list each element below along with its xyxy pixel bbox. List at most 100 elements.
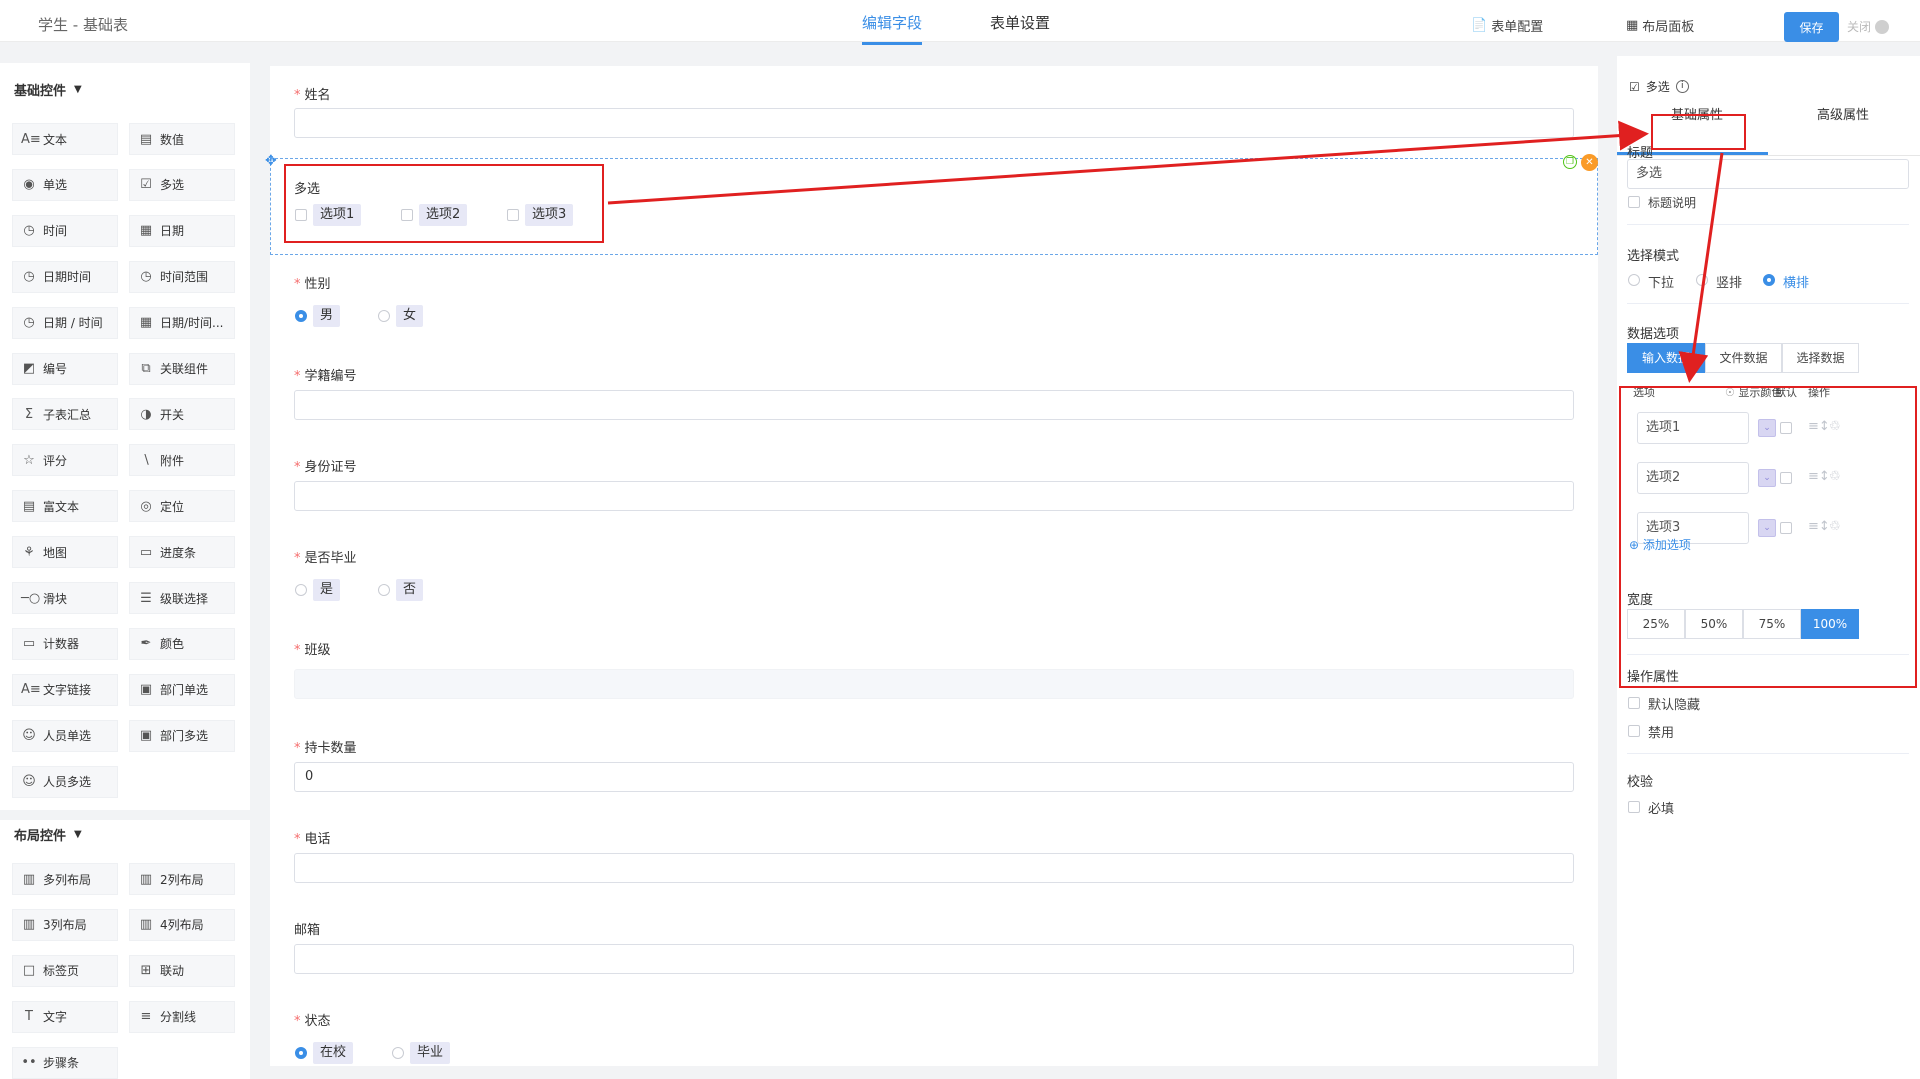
component-item[interactable]: ◩ 编号 (12, 352, 118, 385)
component-item[interactable]: ≡ 分割线 (129, 1000, 235, 1033)
component-item[interactable]: ⧉ 关联组件 (129, 352, 235, 385)
checkbox-icon: ☑ (1629, 79, 1640, 94)
component-label: 多选 (160, 178, 185, 193)
component-label: 计数器 (43, 637, 80, 652)
component-item[interactable]: ∖ 附件 (129, 444, 235, 477)
component-item[interactable]: ◷ 时间范围 (129, 260, 235, 293)
class-input[interactable] (294, 669, 1574, 699)
disabled-checkbox[interactable] (1628, 725, 1640, 737)
users-icon: ☺ (22, 774, 36, 790)
toggle-icon: ◑ (140, 406, 152, 422)
component-item[interactable]: ☰ 级联选择 (129, 582, 235, 614)
number-icon: ▤ (139, 131, 153, 147)
form-config-button[interactable]: 📄 表单配置 (1471, 16, 1543, 35)
component-item[interactable]: ◑ 开关 (129, 398, 235, 431)
component-item[interactable]: T 文字 (12, 1000, 118, 1033)
component-item[interactable]: ▤ 富文本 (12, 490, 118, 523)
radio-no[interactable] (378, 584, 390, 596)
component-item[interactable]: ▤ 数值 (129, 123, 235, 155)
radio-dropdown-mode[interactable] (1628, 274, 1640, 286)
close-button[interactable]: 关闭 (1847, 18, 1890, 35)
component-item[interactable]: ✒ 颜色 (129, 627, 235, 660)
component-label: 日期/时间... (160, 316, 224, 331)
component-item[interactable]: ▥ 3列布局 (12, 908, 118, 941)
layout-controls-header[interactable]: 布局控件 ▼ (14, 825, 82, 844)
delete-icon[interactable]: ✕ (1581, 154, 1598, 171)
component-item[interactable]: ⊞ 联动 (129, 954, 235, 987)
component-item[interactable]: ◎ 定位 (129, 490, 235, 523)
phone-input[interactable] (294, 853, 1574, 883)
component-item[interactable]: Σ 子表汇总 (12, 398, 118, 431)
radio-icon: ◉ (23, 177, 35, 193)
radio-male[interactable] (295, 310, 307, 322)
name-input[interactable] (294, 108, 1574, 138)
hide-default-checkbox[interactable] (1628, 697, 1640, 709)
divider (1627, 753, 1909, 754)
radio-graduated[interactable] (392, 1047, 404, 1059)
component-item[interactable]: ☑ 多选 (129, 168, 235, 201)
component-item[interactable]: A≡ 文字链接 (12, 673, 118, 706)
component-label: 多列布局 (43, 872, 92, 887)
richtext-icon: ▤ (22, 498, 36, 514)
component-label: 时间范围 (160, 270, 209, 285)
component-label: 人员单选 (43, 729, 92, 744)
component-item[interactable]: ◷ 日期时间 (12, 260, 118, 293)
component-item[interactable]: ◉ 单选 (12, 168, 118, 201)
component-item[interactable]: ▦ 日期/时间... (129, 306, 235, 339)
title-input[interactable]: 多选 (1627, 159, 1909, 189)
field-label-id-card: * 身份证号 (294, 460, 357, 475)
component-item[interactable]: ▣ 部门多选 (129, 719, 235, 752)
clock-icon: ◷ (23, 269, 35, 285)
info-icon[interactable]: i (1675, 80, 1689, 93)
component-item[interactable]: ☺ 人员单选 (12, 719, 118, 752)
component-item[interactable]: ▦ 日期 (129, 214, 235, 247)
component-label: 文字 (43, 1010, 68, 1025)
component-item[interactable]: ◷ 日期 / 时间 (12, 306, 118, 339)
tab-advanced-properties[interactable]: 高级属性 (1803, 100, 1883, 132)
radio-vertical-mode[interactable] (1696, 274, 1708, 286)
component-item[interactable]: ◷ 时间 (12, 214, 118, 247)
radio-horizontal-mode[interactable] (1763, 274, 1775, 286)
component-label: 联动 (160, 964, 185, 979)
card-count-input[interactable]: 0 (294, 762, 1574, 792)
move-icon[interactable]: ✥ (265, 153, 277, 169)
tab-edit-fields[interactable]: 编辑字段 (862, 12, 923, 45)
component-item[interactable]: •• 步骤条 (12, 1046, 118, 1079)
component-item[interactable]: ▭ 计数器 (12, 627, 118, 660)
component-item[interactable]: ▥ 4列布局 (129, 908, 235, 941)
component-label: 富文本 (43, 499, 80, 514)
student-no-input[interactable] (294, 390, 1574, 420)
component-item[interactable]: ☆ 评分 (12, 444, 118, 477)
option-chip: 女 (396, 305, 424, 327)
basic-controls-header[interactable]: 基础控件 ▼ (14, 80, 82, 99)
component-item[interactable]: ▭ 进度条 (129, 536, 235, 569)
component-item[interactable]: ─○ 滑块 (12, 582, 118, 614)
required-checkbox[interactable] (1628, 801, 1640, 813)
text-link-icon: A≡ (21, 682, 41, 698)
save-button[interactable]: 保存 (1784, 12, 1839, 42)
title-desc-checkbox[interactable] (1628, 196, 1640, 208)
component-item[interactable]: ☺ 人员多选 (12, 765, 118, 798)
select-mode-label: 选择模式 (1627, 249, 1680, 264)
component-item[interactable]: □ 标签页 (12, 954, 118, 987)
component-item[interactable]: ▥ 多列布局 (12, 863, 118, 895)
tab-form-settings[interactable]: 表单设置 (990, 12, 1050, 42)
layout-panel-button[interactable]: ▦ 布局面板 (1626, 16, 1694, 35)
columns-icon: ▥ (139, 871, 153, 887)
radio-female[interactable] (378, 310, 390, 322)
copy-icon[interactable]: ❐ (1563, 155, 1577, 169)
counter-icon: ▭ (22, 636, 36, 652)
id-card-input[interactable] (294, 481, 1574, 511)
component-label: 部门单选 (160, 683, 209, 698)
radio-in-school[interactable] (295, 1047, 307, 1059)
email-input[interactable] (294, 944, 1574, 974)
component-item[interactable]: ▥ 2列布局 (129, 863, 235, 895)
tab-file-data[interactable]: 文件数据 (1705, 343, 1782, 373)
tab-select-data[interactable]: 选择数据 (1782, 343, 1859, 373)
tab-input-data[interactable]: 输入数据 (1627, 343, 1705, 373)
component-item[interactable]: ⚘ 地图 (12, 536, 118, 569)
radio-yes[interactable] (295, 584, 307, 596)
component-item[interactable]: A≡ 文本 (12, 123, 118, 155)
component-label: 分割线 (160, 1010, 197, 1025)
component-item[interactable]: ▣ 部门单选 (129, 673, 235, 706)
